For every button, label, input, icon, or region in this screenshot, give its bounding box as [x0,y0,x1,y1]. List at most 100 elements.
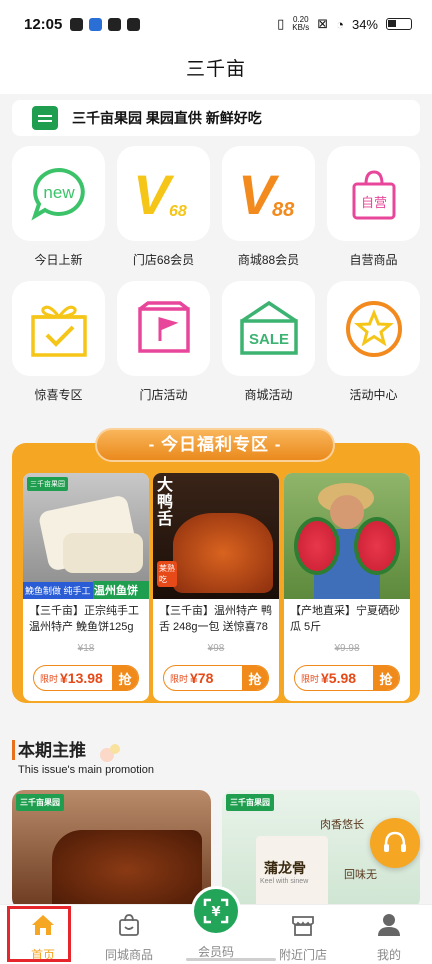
product-image-caption: 温州鱼饼 [93,581,149,599]
headset-icon [384,831,406,852]
buy-label: 抢 [373,666,399,690]
wifi-icon: ◔ [336,16,344,32]
home-tab-highlight [7,906,71,962]
svg-text:自营: 自营 [360,196,386,211]
flash-buy-button[interactable]: 限时 ¥13.98 抢 [33,665,139,691]
product-card[interactable]: 【产地直采】宁夏硒砂瓜 5斤 ¥9.98 限时 ¥5.98 抢 [284,473,410,701]
today-welfare-title: - 今日福利专区 - [95,428,335,462]
menu-item-store-68-member[interactable]: V 68 门店68会员 [117,146,210,268]
star-badge-icon [345,300,402,357]
product-title: 【产地直采】宁夏硒砂瓜 5斤 [290,605,400,633]
product-image-caption: 莱熟吃 [157,561,177,587]
original-price: ¥9.98 [334,643,360,654]
menu-item-store-activity[interactable]: 门店活动 [117,281,210,403]
brand-banner[interactable]: 三千亩果园 果园直供 新鲜好吃 [12,100,420,136]
menu-label: 商城88会员 [237,253,300,267]
menu-item-mall-88-member[interactable]: V 88 商城88会员 [222,146,315,268]
product-image-caption: 大鸭舌 [157,477,174,528]
tab-nearby-stores[interactable]: 附近门店 [260,913,346,963]
member-code-icon: ¥ [203,898,229,924]
banner-text: 三千亩果园 果园直供 新鲜好吃 [72,110,262,126]
original-price: ¥18 [77,643,95,654]
buy-label: 抢 [242,666,268,690]
notification-icons [70,18,140,31]
product-brand-tag: 三千亩果园 [27,477,68,491]
net-speed: 0.20 KB/s [292,16,309,32]
featured-caption: 回味无 [344,869,377,881]
section-title: 本期主推 [18,741,86,760]
flash-price: ¥5.98 [321,670,357,686]
menu-label: 门店68会员 [132,253,195,267]
menu-label: 自营商品 [349,253,398,267]
status-time: 12:05 [24,16,63,33]
app-notification-icon [89,18,102,31]
store-icon [292,916,314,936]
featured-product-name: 蒲龙骨 [264,860,306,876]
gesture-bar [186,958,276,961]
flash-buy-button[interactable]: 限时 ¥78 抢 [163,665,269,691]
shopping-bag-icon: 自营 [352,169,395,219]
brand-logo-icon [32,106,58,130]
featured-image [52,830,202,910]
menu-label: 活动中心 [349,388,398,402]
menu-item-activity-center[interactable]: 活动中心 [327,281,420,403]
customer-service-button[interactable] [370,818,420,868]
menu-item-surprise[interactable]: 惊喜专区 [12,281,105,403]
tab-label: 我的 [376,948,401,962]
product-card[interactable]: 三千亩果园 鮸鱼制做 纯手工 温州鱼饼 【三千亩】正宗纯手工温州特产 鮸鱼饼12… [23,473,149,701]
shopping-bag-icon [119,914,139,936]
section-accent-bar [12,740,15,760]
flash-label: 限时 [170,673,189,684]
svg-text:new: new [43,183,75,202]
buy-label: 抢 [112,666,138,690]
tiktok-icon [70,18,83,31]
menu-label: 商城活动 [244,388,293,402]
menu-item-self-operated[interactable]: 自营 自营商品 [327,146,420,268]
link-icon [108,18,121,31]
menu-item-mall-activity[interactable]: SALE 商城活动 [222,281,315,403]
product-image-caption: 鮸鱼制做 纯手工 [23,582,93,599]
section-subtitle: This issue's main promotion [18,764,154,776]
flash-price: ¥13.98 [60,670,103,686]
product-card[interactable]: 大鸭舌 莱熟吃 【三千亩】温州特产 鸭舌 248g一包 送惊喜78 ¥98 限时… [153,473,279,701]
mail-icon [127,18,140,31]
status-right: ▯ 0.20 KB/s ⊠ ◔ 34% [277,16,412,32]
battery-icon [386,18,412,30]
sale-shop-icon: SALE [239,300,298,355]
product-title: 【三千亩】正宗纯手工温州特产 鮸鱼饼125g [29,605,139,633]
v68-icon: V 68 [133,166,187,222]
net-speed-unit: KB/s [292,23,310,32]
product-image [284,473,410,599]
profile-icon [378,914,400,936]
svg-text:SALE: SALE [248,331,288,348]
battery-percent: 34% [351,16,378,32]
status-bar: 12:05 ▯ 0.20 KB/s ⊠ ◔ 34% [0,0,432,48]
menu-label: 惊喜专区 [34,388,83,402]
flash-label: 限时 [301,673,320,684]
no-sim-icon: ⊠ [317,16,329,31]
svg-text:¥: ¥ [211,905,220,920]
decor-dot [110,744,120,754]
original-price: ¥98 [207,643,225,654]
svg-text:88: 88 [272,199,295,221]
featured-caption: 肉香悠长 [320,819,364,831]
v88-icon: V 88 [238,166,295,222]
title-bar: 三千亩 [0,48,432,94]
product-title: 【三千亩】温州特产 鸭舌 248g一包 送惊喜78 [159,605,273,633]
flash-label: 限时 [40,673,59,684]
featured-product-name-en: Keel with sinew [260,878,309,885]
featured-card[interactable]: 三千亩果园 [12,790,211,910]
member-code-button[interactable]: ¥ [191,886,241,936]
featured-brand-tag: 三千亩果园 [16,794,64,811]
menu-item-new[interactable]: new 今日上新 [12,146,105,268]
svg-text:68: 68 [169,203,187,220]
menu-label: 门店活动 [139,388,188,402]
tab-local-goods[interactable]: 同城商品 [86,913,172,963]
featured-brand-tag: 三千亩果园 [226,794,274,811]
flash-price: ¥78 [190,670,214,686]
tab-label: 同城商品 [104,948,153,962]
flash-buy-button[interactable]: 限时 ¥5.98 抢 [294,665,400,691]
featured-package: 蒲龙骨 Keel with sinew [256,836,328,910]
vibrate-icon: ▯ [277,16,285,31]
tab-profile[interactable]: 我的 [346,913,432,963]
